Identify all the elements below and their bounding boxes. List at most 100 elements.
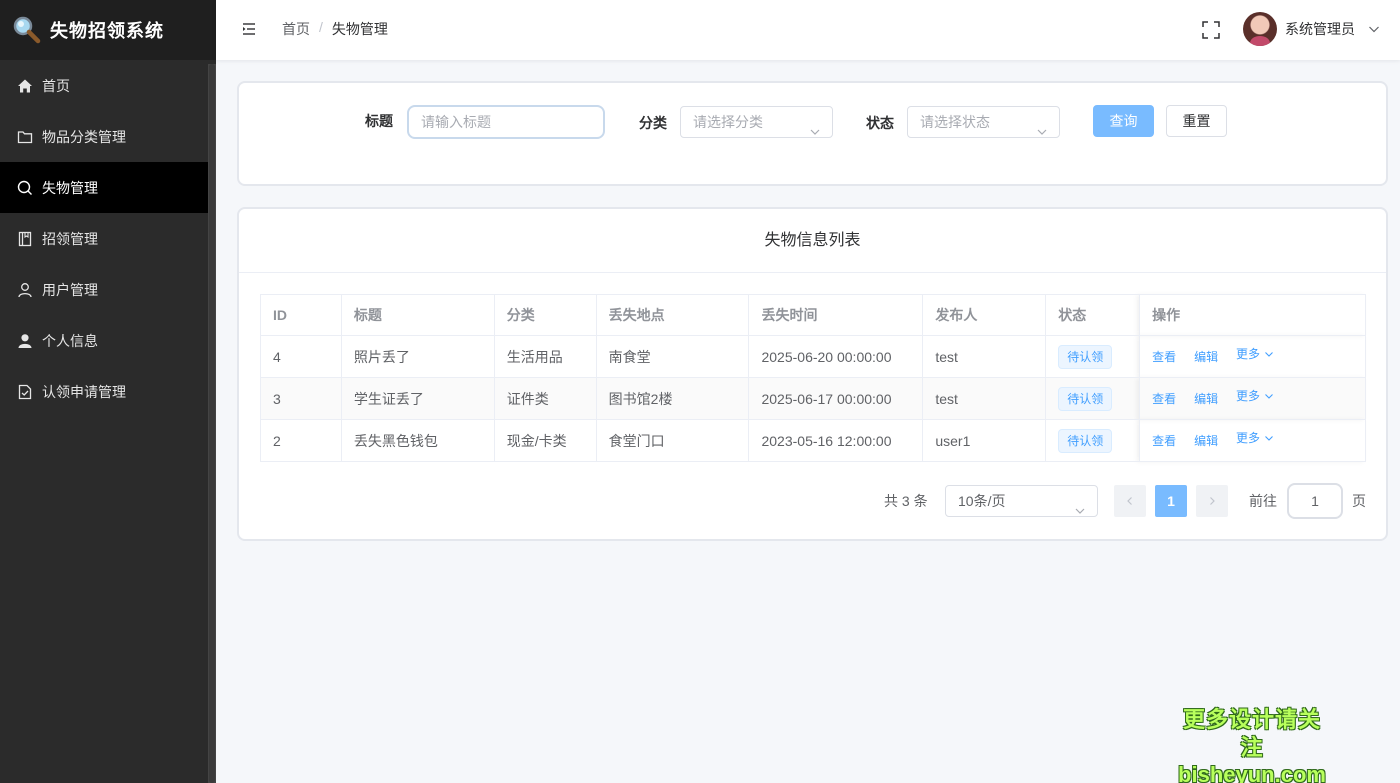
top-header: 首页 / 失物管理 系统管理员 xyxy=(216,0,1400,60)
status-label: 状态 xyxy=(866,115,894,131)
document-checked-icon xyxy=(16,383,34,401)
sidebar-item-label: 个人信息 xyxy=(42,332,98,349)
avatar[interactable] xyxy=(1243,12,1277,46)
column-header: 丢失地点 xyxy=(595,294,750,336)
magnifier-logo-icon xyxy=(12,15,42,45)
column-header: 发布人 xyxy=(922,294,1047,336)
column-header: 状态 xyxy=(1045,294,1141,336)
page-number-current[interactable]: 1 xyxy=(1155,485,1187,517)
sidebar-item-category[interactable]: 物品分类管理 xyxy=(0,111,208,162)
cell-actions: 查看 编辑 更多 xyxy=(1139,419,1366,462)
cell-publisher: user1 xyxy=(922,419,1047,462)
title-input[interactable]: 请输入标题 xyxy=(407,105,605,139)
query-button[interactable]: 查询 xyxy=(1093,105,1154,137)
goto-label: 前往 xyxy=(1249,493,1277,509)
table-row: 2 丢失黑色钱包 现金/卡类 食堂门口 2023-05-16 12:00:00 … xyxy=(260,419,1366,462)
page-size-value: 10条/页 xyxy=(958,493,1006,509)
cell-category: 现金/卡类 xyxy=(493,419,597,462)
more-label: 更多 xyxy=(1235,347,1260,361)
user-icon xyxy=(16,281,34,299)
goto-page-input[interactable]: 1 xyxy=(1287,483,1343,519)
cell-id: 3 xyxy=(260,377,342,420)
more-dropdown[interactable]: 更多 xyxy=(1236,429,1274,446)
page-size-select[interactable]: 10条/页 xyxy=(945,485,1098,517)
column-header: 标题 xyxy=(340,294,495,336)
fold-menu-icon[interactable] xyxy=(242,22,256,36)
reset-button[interactable]: 重置 xyxy=(1166,105,1227,137)
more-dropdown[interactable]: 更多 xyxy=(1236,387,1274,404)
view-button[interactable]: 查看 xyxy=(1152,350,1176,364)
cell-time: 2023-05-16 12:00:00 xyxy=(748,419,924,462)
user-name[interactable]: 系统管理员 xyxy=(1285,19,1355,39)
fullscreen-icon[interactable] xyxy=(1201,20,1221,40)
sidebar-item-lost[interactable]: 失物管理 xyxy=(0,162,208,213)
cell-category: 证件类 xyxy=(493,377,597,420)
sidebar-item-label: 物品分类管理 xyxy=(42,128,126,145)
search-icon xyxy=(16,179,34,197)
cell-status: 待认领 xyxy=(1045,335,1141,378)
view-button[interactable]: 查看 xyxy=(1152,434,1176,448)
edit-button[interactable]: 编辑 xyxy=(1194,350,1218,364)
prev-page-button[interactable] xyxy=(1114,485,1146,517)
watermark-line1: 更多设计请关注 xyxy=(1182,707,1321,760)
sidebar-item-label: 首页 xyxy=(42,77,70,94)
cell-time: 2025-06-20 00:00:00 xyxy=(748,335,924,378)
cell-location: 南食堂 xyxy=(595,335,750,378)
chevron-down-icon[interactable] xyxy=(1368,22,1380,34)
chevron-down-icon xyxy=(810,117,820,135)
column-header: 分类 xyxy=(493,294,597,336)
sidebar-scrollbar[interactable] xyxy=(208,64,216,783)
table-header-row: ID 标题 分类 丢失地点 丢失时间 发布人 状态 操作 xyxy=(260,294,1366,336)
sidebar-item-home[interactable]: 首页 xyxy=(0,60,208,111)
breadcrumb-home[interactable]: 首页 xyxy=(282,19,310,39)
chevron-right-icon xyxy=(1210,497,1215,505)
view-button[interactable]: 查看 xyxy=(1152,392,1176,406)
logo: 失物招领系统 xyxy=(0,0,216,60)
sidebar-item-label: 失物管理 xyxy=(42,179,98,196)
table-row: 3 学生证丢了 证件类 图书馆2楼 2025-06-17 00:00:00 te… xyxy=(260,377,1366,420)
sidebar-menu: 首页 物品分类管理 失物管理 招领管理 用户管理 个人信息 认领申请管理 xyxy=(0,60,208,417)
cell-status: 待认领 xyxy=(1045,419,1141,462)
chevron-down-icon xyxy=(1265,435,1273,441)
cell-publisher: test xyxy=(922,335,1047,378)
chevron-down-icon xyxy=(1265,351,1273,357)
more-dropdown[interactable]: 更多 xyxy=(1236,345,1274,362)
sidebar: 失物招领系统 首页 物品分类管理 失物管理 招领管理 用户管理 个人信息 认领申… xyxy=(0,0,216,783)
cell-id: 2 xyxy=(260,419,342,462)
cell-time: 2025-06-17 00:00:00 xyxy=(748,377,924,420)
category-select[interactable]: 请选择分类 xyxy=(680,106,833,138)
sidebar-item-label: 招领管理 xyxy=(42,230,98,247)
cell-status: 待认领 xyxy=(1045,377,1141,420)
edit-button[interactable]: 编辑 xyxy=(1194,434,1218,448)
table-row: 4 照片丢了 生活用品 南食堂 2025-06-20 00:00:00 test… xyxy=(260,335,1366,378)
edit-button[interactable]: 编辑 xyxy=(1194,392,1218,406)
chevron-down-icon xyxy=(1265,393,1273,399)
breadcrumb-current: 失物管理 xyxy=(331,21,388,37)
category-select-placeholder: 请选择分类 xyxy=(693,114,763,130)
cell-id: 4 xyxy=(260,335,342,378)
more-label: 更多 xyxy=(1235,431,1260,445)
cell-title: 学生证丢了 xyxy=(340,377,495,420)
sidebar-item-users[interactable]: 用户管理 xyxy=(0,264,208,315)
breadcrumb: 首页 / 失物管理 xyxy=(282,19,388,39)
status-badge: 待认领 xyxy=(1058,428,1113,453)
sidebar-item-found[interactable]: 招领管理 xyxy=(0,213,208,264)
next-page-button[interactable] xyxy=(1196,485,1228,517)
user-filled-icon xyxy=(16,332,34,350)
more-label: 更多 xyxy=(1235,389,1260,403)
sidebar-item-label: 用户管理 xyxy=(42,281,98,298)
folder-icon xyxy=(16,128,34,146)
lost-items-table: ID 标题 分类 丢失地点 丢失时间 发布人 状态 操作 4 照片丢了 生活用品… xyxy=(260,294,1366,462)
column-header: ID xyxy=(260,294,342,336)
cell-publisher: test xyxy=(922,377,1047,420)
column-header: 丢失时间 xyxy=(748,294,924,336)
home-icon xyxy=(16,77,34,95)
sidebar-item-profile[interactable]: 个人信息 xyxy=(0,315,208,366)
sidebar-item-claims[interactable]: 认领申请管理 xyxy=(0,366,208,417)
cell-title: 照片丢了 xyxy=(340,335,495,378)
chevron-left-icon xyxy=(1127,497,1132,505)
cell-title: 丢失黑色钱包 xyxy=(340,419,495,462)
cell-location: 食堂门口 xyxy=(595,419,750,462)
status-select[interactable]: 请选择状态 xyxy=(907,106,1060,138)
lost-list-card: 失物信息列表 ID 标题 分类 丢失地点 丢失时间 发布人 状态 操作 4 照片… xyxy=(237,207,1388,541)
